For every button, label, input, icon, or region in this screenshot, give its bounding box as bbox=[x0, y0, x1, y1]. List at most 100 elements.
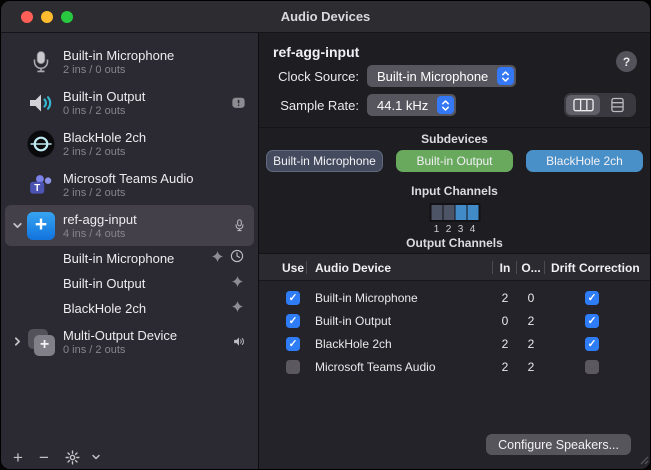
cell-device: Microsoft Teams Audio bbox=[307, 360, 493, 374]
chevron-down-icon[interactable] bbox=[91, 452, 111, 462]
device-detail: 0 ins / 2 outs bbox=[63, 344, 232, 356]
titlebar: Audio Devices bbox=[1, 1, 650, 33]
clock-icon bbox=[230, 249, 244, 268]
device-name: Built-in Output bbox=[63, 89, 231, 104]
minimize-button[interactable] bbox=[41, 11, 53, 23]
cell-device: Built-in Output bbox=[307, 314, 493, 328]
input-channel-meter bbox=[429, 203, 480, 222]
sample-rate-popup[interactable]: 44.1 kHz bbox=[367, 94, 456, 116]
subdevice-item-built-in-microphone[interactable]: Built-in Microphone bbox=[1, 246, 258, 271]
subdevice-table: Use Audio Device In O... Drift Correctio… bbox=[259, 253, 650, 470]
subdevice-name: Built-in Output bbox=[63, 276, 231, 291]
device-detail: 0 ins / 2 outs bbox=[63, 105, 231, 117]
device-name: Multi-Output Device bbox=[63, 328, 232, 343]
close-button[interactable] bbox=[21, 11, 33, 23]
gear-icon[interactable] bbox=[65, 450, 91, 465]
subdevice-pills: Built-in Microphone Built-in Output Blac… bbox=[266, 150, 643, 172]
use-checkbox[interactable] bbox=[286, 291, 300, 305]
clock-source-label: Clock Source: bbox=[259, 69, 359, 84]
clock-source-popup[interactable]: Built-in Microphone bbox=[367, 65, 516, 87]
speaker-icon bbox=[27, 89, 55, 117]
subdevice-pill-built-in-microphone[interactable]: Built-in Microphone bbox=[266, 150, 383, 172]
input-channel-numbers: 1 2 3 4 bbox=[431, 224, 478, 235]
columns-view-button[interactable] bbox=[566, 95, 600, 115]
device-list: Built-in Microphone 2 ins / 0 outs Built… bbox=[1, 33, 258, 443]
channel-number: 2 bbox=[443, 224, 454, 235]
sidebar-item-multi-output-device[interactable]: Multi-Output Device 0 ins / 2 outs bbox=[5, 321, 254, 362]
subdevice-pill-blackhole-2ch[interactable]: BlackHole 2ch bbox=[526, 150, 643, 172]
output-channels-title: Output Channels bbox=[259, 236, 650, 250]
sidebar-item-built-in-microphone[interactable]: Built-in Microphone 2 ins / 0 outs bbox=[5, 41, 254, 82]
device-detail: 4 ins / 4 outs bbox=[63, 228, 233, 240]
column-header-out[interactable]: O... bbox=[517, 254, 545, 281]
channel-number: 4 bbox=[467, 224, 478, 235]
column-header-use[interactable]: Use bbox=[279, 254, 307, 281]
device-detail: 2 ins / 0 outs bbox=[63, 64, 246, 76]
channel-block-1 bbox=[431, 205, 442, 220]
zoom-button[interactable] bbox=[61, 11, 73, 23]
channel-number: 3 bbox=[455, 224, 466, 235]
device-detail: 2 ins / 2 outs bbox=[63, 146, 246, 158]
cell-out: 2 bbox=[517, 360, 545, 374]
table-row[interactable]: Microsoft Teams Audio 2 2 bbox=[259, 355, 650, 378]
clock-source-row: Clock Source: Built-in Microphone bbox=[259, 65, 516, 87]
svg-text:T: T bbox=[34, 182, 40, 193]
remove-device-button[interactable]: − bbox=[39, 449, 65, 466]
table-row[interactable]: Built-in Microphone 2 0 bbox=[259, 286, 650, 309]
teams-icon: T bbox=[27, 171, 55, 199]
channel-block-2 bbox=[443, 205, 454, 220]
table-header: Use Audio Device In O... Drift Correctio… bbox=[259, 254, 650, 281]
column-header-drift-correction[interactable]: Drift Correction bbox=[545, 254, 650, 281]
clock-source-value: Built-in Microphone bbox=[377, 69, 488, 84]
device-name: Built-in Microphone bbox=[63, 48, 246, 63]
use-checkbox[interactable] bbox=[286, 314, 300, 328]
device-detail: 2 ins / 2 outs bbox=[63, 187, 246, 199]
subdevice-name: Built-in Microphone bbox=[63, 251, 211, 266]
stepper-icon bbox=[437, 96, 454, 114]
blackhole-icon bbox=[27, 130, 55, 158]
activity-icon bbox=[211, 250, 224, 268]
cell-in: 2 bbox=[493, 291, 517, 305]
cell-out: 2 bbox=[517, 314, 545, 328]
device-name: BlackHole 2ch bbox=[63, 130, 246, 145]
cell-device: BlackHole 2ch bbox=[307, 337, 493, 351]
rows-view-button[interactable] bbox=[600, 95, 634, 115]
drift-correction-checkbox[interactable] bbox=[585, 360, 599, 374]
page-title: ref-agg-input bbox=[273, 44, 359, 60]
subdevice-item-built-in-output[interactable]: Built-in Output bbox=[1, 271, 258, 296]
drift-correction-checkbox[interactable] bbox=[585, 337, 599, 351]
subdevice-pill-built-in-output[interactable]: Built-in Output bbox=[396, 150, 513, 172]
sidebar-item-blackhole-2ch[interactable]: BlackHole 2ch 2 ins / 2 outs bbox=[5, 123, 254, 164]
add-device-button[interactable]: + bbox=[13, 449, 39, 466]
help-button[interactable]: ? bbox=[616, 51, 637, 72]
cell-out: 0 bbox=[517, 291, 545, 305]
use-checkbox[interactable] bbox=[286, 337, 300, 351]
drift-correction-checkbox[interactable] bbox=[585, 291, 599, 305]
sample-rate-row: Sample Rate: 44.1 kHz bbox=[259, 94, 456, 116]
device-sidebar: Built-in Microphone 2 ins / 0 outs Built… bbox=[1, 33, 259, 470]
channel-number: 1 bbox=[431, 224, 442, 235]
table-row[interactable]: Built-in Output 0 2 bbox=[259, 309, 650, 332]
sidebar-item-ref-agg-input[interactable]: ref-agg-input 4 ins / 4 outs bbox=[5, 205, 254, 246]
column-header-in[interactable]: In bbox=[493, 254, 517, 281]
table-row[interactable]: BlackHole 2ch 2 2 bbox=[259, 332, 650, 355]
audio-devices-window: Audio Devices Built-in Microphone 2 ins … bbox=[0, 0, 651, 470]
drift-correction-checkbox[interactable] bbox=[585, 314, 599, 328]
sidebar-item-built-in-output[interactable]: Built-in Output 0 ins / 2 outs bbox=[5, 82, 254, 123]
sidebar-item-microsoft-teams-audio[interactable]: T Microsoft Teams Audio 2 ins / 2 outs bbox=[5, 164, 254, 205]
chevron-right-icon[interactable] bbox=[7, 336, 27, 347]
table-body: Built-in Microphone 2 0 Built-in Output … bbox=[259, 281, 650, 378]
column-header-audio-device[interactable]: Audio Device bbox=[307, 254, 493, 281]
default-input-microphone-icon bbox=[233, 218, 246, 233]
sample-rate-label: Sample Rate: bbox=[259, 98, 359, 113]
aggregate-plus-icon bbox=[27, 212, 55, 240]
chevron-down-icon[interactable] bbox=[7, 220, 27, 231]
input-channels-title: Input Channels bbox=[259, 184, 650, 198]
subdevice-item-blackhole-2ch[interactable]: BlackHole 2ch bbox=[1, 296, 258, 321]
cell-in: 2 bbox=[493, 337, 517, 351]
stepper-icon bbox=[497, 67, 514, 85]
configure-speakers-button[interactable]: Configure Speakers... bbox=[486, 434, 631, 455]
resize-grip[interactable] bbox=[637, 452, 649, 470]
use-checkbox[interactable] bbox=[286, 360, 300, 374]
microphone-icon bbox=[27, 48, 55, 76]
